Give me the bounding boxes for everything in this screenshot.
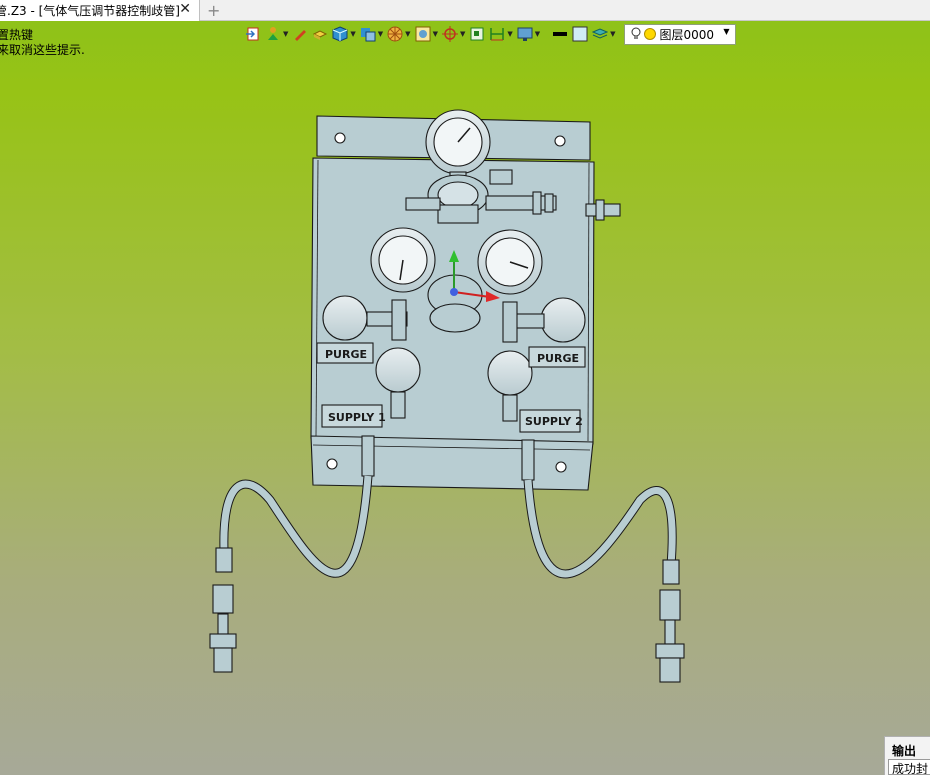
output-message: 成功封 [888, 759, 930, 775]
copy-icon [360, 28, 376, 42]
display-mode-icon [517, 27, 533, 41]
output-panel: 输出 成功封 [884, 736, 930, 775]
chevron-down-icon: ▼ [432, 30, 438, 38]
layer-stack-button[interactable]: ▼ [590, 23, 617, 45]
dimension-button[interactable]: ▼ [487, 23, 514, 45]
bottom-flange [310, 435, 594, 491]
cube-icon [332, 26, 348, 42]
target-button[interactable]: ▼ [440, 23, 467, 45]
view-wheel-icon [387, 26, 403, 42]
import-icon [246, 27, 259, 41]
layer-select[interactable]: 图层0000 ▼ [623, 23, 736, 45]
supply-2-label: SUPPLY 2 [525, 415, 583, 428]
output-panel-title: 输出 [892, 744, 917, 758]
cube-button[interactable]: ▼ [330, 23, 357, 45]
import-button[interactable] [243, 23, 263, 45]
layer-person-icon [268, 27, 278, 40]
target-icon [441, 26, 458, 42]
box-pencil-icon [313, 30, 328, 40]
document-tab-bar: 管.Z3 - [气体气压调节器控制歧管] ✕ + [0, 0, 930, 21]
manifold-model[interactable]: PURGE PURGE SUPPLY 1 SUPPLY 2 [0, 0, 930, 775]
line-color-icon [553, 32, 568, 36]
line-color-button[interactable] [550, 23, 570, 45]
pen-icon [295, 30, 307, 41]
frame-button[interactable]: ▼ [413, 23, 440, 45]
chevron-down-icon: ▼ [283, 30, 289, 38]
display-mode-button[interactable]: ▼ [515, 23, 542, 45]
close-tab-icon[interactable]: ✕ [179, 1, 191, 17]
fill-color-icon [572, 26, 588, 42]
view-toolbar: ▼ ▼ ▼ ▼ ▼ ▼ ▼ ▼ ▼ 图层0000 ▼ [243, 23, 736, 45]
chevron-down-icon: ▼ [350, 30, 356, 38]
purge-label-left: PURGE [325, 348, 367, 361]
chevron-down-icon: ▼ [377, 30, 384, 38]
layer-select-value: 图层0000 [659, 27, 715, 42]
chevron-down-icon: ▼ [405, 30, 411, 38]
chevron-down-icon: ▼ [723, 26, 730, 36]
fill-color-button[interactable] [570, 23, 590, 45]
chevron-down-icon: ▼ [507, 30, 513, 38]
purge-label-right: PURGE [537, 352, 579, 365]
layer-stack-icon [592, 28, 609, 39]
fit-view-icon [470, 27, 484, 41]
frame-icon [415, 26, 431, 42]
copy-button[interactable]: ▼ [358, 23, 385, 45]
pen-button[interactable] [290, 23, 310, 45]
chevron-down-icon: ▼ [610, 30, 616, 38]
fit-view-button[interactable] [467, 23, 487, 45]
supply-1-label: SUPPLY 1 [328, 411, 386, 424]
document-tab[interactable]: 管.Z3 - [气体气压调节器控制歧管] ✕ [0, 0, 200, 21]
document-tab-title: 管.Z3 - [气体气压调节器控制歧管] [0, 4, 180, 18]
hotkey-hint-line-2: 来取消这些提示. [0, 43, 85, 57]
chevron-down-icon: ▼ [459, 30, 466, 38]
view-wheel-button[interactable]: ▼ [385, 23, 412, 45]
box-pencil-button[interactable] [310, 23, 330, 45]
chevron-down-icon: ▼ [534, 30, 541, 38]
dimension-icon [490, 28, 505, 41]
add-tab-icon[interactable]: + [207, 1, 220, 20]
lightbulb-icon [631, 27, 641, 39]
layer-color-icon [643, 28, 656, 40]
layer-person-button[interactable]: ▼ [263, 23, 290, 45]
